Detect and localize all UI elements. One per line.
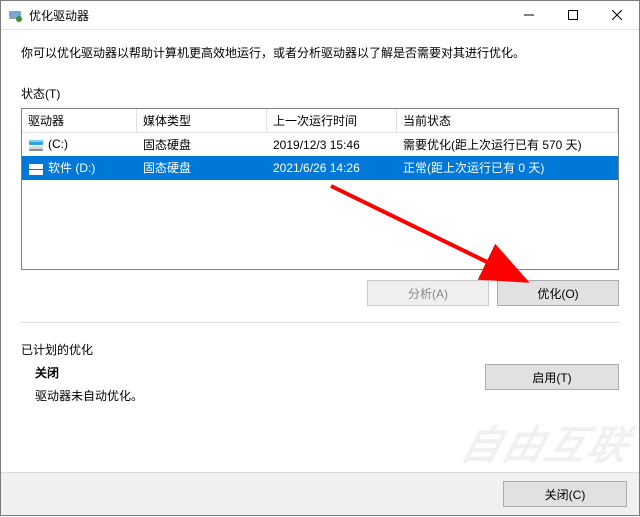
column-drive[interactable]: 驱动器 [22, 109, 137, 132]
window-title: 优化驱动器 [29, 7, 507, 24]
status-section-label: 状态(T) [21, 85, 619, 102]
drive-icon [28, 161, 44, 177]
table-row[interactable]: 软件 (D:)固态硬盘2021/6/26 14:26正常(距上次运行已有 0 天… [22, 156, 618, 180]
cell-media: 固态硬盘 [137, 133, 267, 156]
maximize-button[interactable] [551, 1, 595, 29]
close-button[interactable] [595, 1, 639, 29]
analyze-button[interactable]: 分析(A) [367, 280, 489, 306]
titlebar: 优化驱动器 [1, 1, 639, 30]
table-button-row: 分析(A) 优化(O) [21, 280, 619, 306]
window-controls [507, 1, 639, 29]
cell-drive: 软件 (D:) [22, 156, 137, 180]
cell-drive: (C:) [22, 134, 137, 156]
table-row[interactable]: (C:)固态硬盘2019/12/3 15:46需要优化(距上次运行已有 570 … [22, 133, 618, 156]
column-media[interactable]: 媒体类型 [137, 109, 267, 132]
app-icon [7, 7, 23, 23]
description-text: 你可以优化驱动器以帮助计算机更高效地运行，或者分析驱动器以了解是否需要对其进行优… [21, 44, 619, 61]
table-body: (C:)固态硬盘2019/12/3 15:46需要优化(距上次运行已有 570 … [22, 133, 618, 180]
table-header: 驱动器 媒体类型 上一次运行时间 当前状态 [22, 109, 618, 133]
minimize-button[interactable] [507, 1, 551, 29]
column-status[interactable]: 当前状态 [397, 109, 618, 132]
column-last[interactable]: 上一次运行时间 [267, 109, 397, 132]
content-area: 你可以优化驱动器以帮助计算机更高效地运行，或者分析驱动器以了解是否需要对其进行优… [1, 30, 639, 472]
window-frame: 优化驱动器 你可以优化驱动器以帮助计算机更高效地运行，或者分析驱动器以了解是否需… [0, 0, 640, 516]
close-dialog-button[interactable]: 关闭(C) [503, 481, 627, 507]
divider [21, 322, 619, 323]
drive-icon [28, 137, 44, 153]
cell-status: 需要优化(距上次运行已有 570 天) [397, 133, 618, 156]
cell-media: 固态硬盘 [137, 156, 267, 179]
optimize-button[interactable]: 优化(O) [497, 280, 619, 306]
footer: 关闭(C) [1, 472, 639, 515]
scheduled-desc: 驱动器未自动优化。 [35, 387, 143, 404]
scheduled-title: 关闭 [35, 364, 143, 381]
scheduled-section-label: 已计划的优化 [21, 341, 619, 358]
scheduled-area: 关闭 驱动器未自动优化。 启用(T) [21, 364, 619, 404]
enable-button[interactable]: 启用(T) [485, 364, 619, 390]
cell-status: 正常(距上次运行已有 0 天) [397, 156, 618, 179]
scheduled-text: 关闭 驱动器未自动优化。 [21, 364, 143, 404]
drives-table: 驱动器 媒体类型 上一次运行时间 当前状态 (C:)固态硬盘2019/12/3 … [21, 108, 619, 270]
cell-last-run: 2019/12/3 15:46 [267, 135, 397, 155]
cell-last-run: 2021/6/26 14:26 [267, 158, 397, 178]
